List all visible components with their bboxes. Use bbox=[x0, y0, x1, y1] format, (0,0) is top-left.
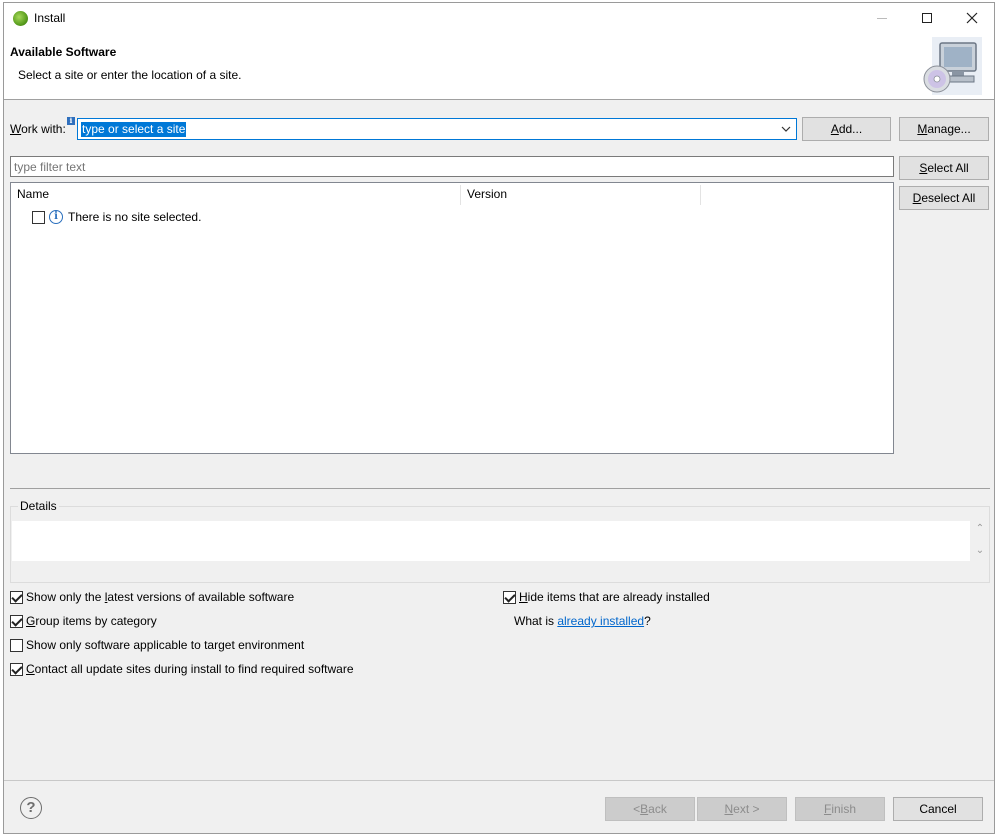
already-installed-link[interactable]: already installed bbox=[557, 614, 644, 628]
contact-sites-option[interactable]: Contact all update sites during install … bbox=[10, 662, 354, 676]
hide-installed-label: Hide items that are already installed bbox=[519, 590, 710, 604]
close-button[interactable] bbox=[949, 3, 994, 33]
add-button[interactable]: Add... bbox=[802, 117, 891, 141]
page-subtitle: Select a site or enter the location of a… bbox=[18, 68, 242, 82]
maximize-button[interactable] bbox=[904, 3, 949, 33]
group-by-category-option[interactable]: Group items by category bbox=[10, 614, 157, 628]
filter-input[interactable] bbox=[10, 156, 894, 177]
title-bar: Install bbox=[4, 3, 994, 33]
close-icon bbox=[966, 12, 977, 24]
work-with-label: Work with: bbox=[10, 122, 66, 136]
cancel-button[interactable]: Cancel bbox=[893, 797, 983, 821]
target-environment-checkbox[interactable] bbox=[10, 638, 23, 652]
scroll-down-icon[interactable]: ⌄ bbox=[974, 545, 986, 557]
column-header-name[interactable]: Name bbox=[11, 183, 461, 205]
minimize-button[interactable] bbox=[859, 3, 904, 33]
maximize-icon bbox=[921, 13, 932, 23]
details-label: Details bbox=[18, 499, 59, 513]
scroll-up-icon[interactable]: ⌃ bbox=[974, 523, 986, 535]
latest-versions-checkbox[interactable] bbox=[10, 590, 23, 604]
install-dialog: Install Available Software Select a site… bbox=[3, 2, 995, 834]
group-by-category-label: Group items by category bbox=[26, 614, 157, 628]
page-title: Available Software bbox=[10, 45, 117, 59]
column-separator[interactable] bbox=[700, 185, 701, 205]
hide-installed-option[interactable]: Hide items that are already installed bbox=[503, 590, 710, 604]
window-title: Install bbox=[34, 11, 66, 25]
hide-installed-checkbox[interactable] bbox=[503, 590, 516, 604]
install-wizard-graphic bbox=[923, 37, 982, 95]
tree-row[interactable]: i There is no site selected. bbox=[32, 208, 201, 226]
row-checkbox[interactable] bbox=[32, 210, 45, 224]
target-environment-label: Show only software applicable to target … bbox=[26, 638, 305, 652]
finish-button[interactable]: Finish bbox=[795, 797, 885, 821]
column-header-version[interactable]: Version bbox=[461, 183, 701, 205]
sash-separator[interactable] bbox=[10, 488, 990, 489]
software-tree[interactable]: Name Version i There is no site selected… bbox=[10, 182, 894, 454]
contact-sites-label: Contact all update sites during install … bbox=[26, 662, 354, 676]
contact-sites-checkbox[interactable] bbox=[10, 662, 23, 676]
target-environment-option[interactable]: Show only software applicable to target … bbox=[10, 638, 304, 652]
row-label: There is no site selected. bbox=[68, 210, 202, 224]
chevron-down-icon[interactable] bbox=[780, 123, 792, 135]
content-assist-icon: i bbox=[67, 117, 75, 125]
latest-versions-option[interactable]: Show only the latest versions of availab… bbox=[10, 590, 294, 604]
work-with-value[interactable]: type or select a site bbox=[81, 122, 187, 137]
select-all-button[interactable]: Select All bbox=[899, 156, 989, 180]
wizard-header: Available Software Select a site or ente… bbox=[4, 33, 994, 100]
latest-versions-label: Show only the latest versions of availab… bbox=[26, 590, 295, 604]
footer-separator bbox=[4, 780, 994, 781]
eclipse-app-icon bbox=[13, 11, 28, 26]
already-installed-text: What is already installed? bbox=[514, 614, 651, 628]
details-text[interactable] bbox=[12, 521, 970, 561]
next-button[interactable]: Next > bbox=[697, 797, 787, 821]
help-icon[interactable]: ? bbox=[20, 797, 42, 819]
manage-button[interactable]: Manage... bbox=[899, 117, 989, 141]
deselect-all-button[interactable]: Deselect All bbox=[899, 186, 989, 210]
minimize-icon bbox=[876, 17, 887, 19]
group-by-category-checkbox[interactable] bbox=[10, 614, 23, 628]
back-button[interactable]: < Back bbox=[605, 797, 695, 821]
info-icon: i bbox=[49, 210, 63, 224]
work-with-combo[interactable]: type or select a site bbox=[77, 118, 797, 140]
